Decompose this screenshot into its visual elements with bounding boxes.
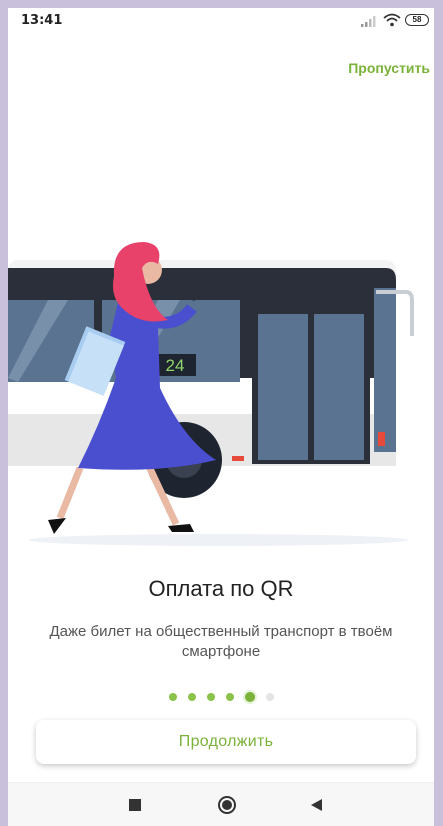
pagination-dot [206, 693, 215, 701]
door-panel [314, 314, 364, 460]
pagination-dot-active [244, 692, 255, 702]
pagination-dots [8, 691, 434, 703]
wifi-icon [383, 13, 401, 27]
battery-icon: 58 [405, 14, 429, 26]
square-stop-icon[interactable] [125, 795, 145, 815]
continue-button[interactable]: Продолжить [36, 720, 416, 764]
phone-screen: 13:41 58 Пропустить 24 Оплата по QR Даже… [8, 8, 434, 826]
android-nav-bar [8, 782, 434, 826]
route-number: 24 [166, 356, 185, 375]
pagination-dot [187, 693, 196, 701]
door-panel [258, 314, 308, 460]
ground-shadow [28, 534, 408, 546]
page-title: Оплата по QR [148, 576, 294, 601]
skip-button[interactable]: Пропустить [348, 60, 430, 76]
status-bar: 13:41 58 [8, 8, 434, 34]
page-subtitle: Даже билет на общественный транспорт в т… [49, 623, 393, 660]
pagination-dot [225, 693, 234, 701]
bus-illustration: 24 [8, 242, 414, 546]
pagination-dot [265, 693, 274, 701]
status-time: 13:41 [21, 13, 63, 28]
circle-home-icon[interactable] [217, 795, 237, 815]
triangle-back-icon[interactable] [307, 795, 327, 815]
bus-front-window [374, 288, 396, 452]
signal-bars-icon [361, 16, 376, 27]
pagination-dot [168, 693, 177, 701]
